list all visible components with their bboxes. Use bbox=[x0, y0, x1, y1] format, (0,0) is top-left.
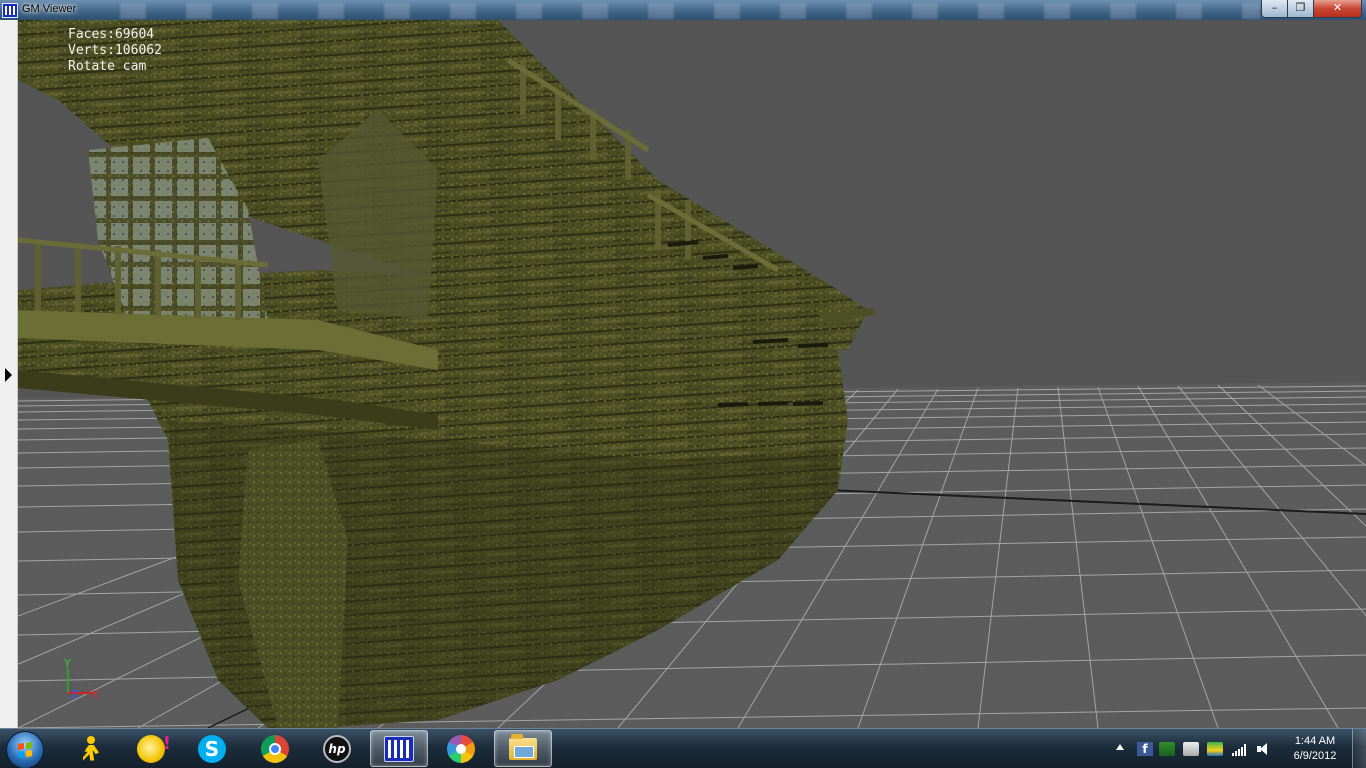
desktop-screen: GM Viewer – ❐ ✕ Y Z X Faces:69604 Verts:… bbox=[0, 0, 1366, 768]
picasa-icon bbox=[447, 734, 475, 763]
taskbar-yahoo-messenger[interactable] bbox=[122, 730, 180, 767]
skype-icon: S bbox=[198, 734, 226, 763]
taskbar-picasa[interactable] bbox=[432, 730, 490, 767]
folder-icon bbox=[509, 733, 537, 760]
usb-device-icon[interactable] bbox=[1183, 742, 1199, 756]
taskbar: S hp f 1:44 AM 6/9/2012 bbox=[0, 728, 1366, 768]
axis-x-label: X bbox=[91, 688, 99, 701]
stats-overlay: Faces:69604 Verts:106062 Rotate cam bbox=[68, 27, 162, 75]
show-desktop-button[interactable] bbox=[1352, 729, 1366, 768]
taskbar-aim[interactable] bbox=[62, 730, 120, 767]
axis-z-label: Z bbox=[71, 688, 79, 701]
chrome-icon bbox=[261, 734, 289, 763]
clock-date: 6/9/2012 bbox=[1293, 750, 1337, 762]
clock-time: 1:44 AM bbox=[1294, 735, 1336, 747]
verts-count: Verts:106062 bbox=[68, 43, 162, 58]
minimize-button[interactable]: – bbox=[1261, 0, 1288, 18]
network-signal-icon[interactable] bbox=[1232, 744, 1246, 756]
facebook-icon[interactable]: f bbox=[1137, 742, 1153, 756]
yahoo-messenger-icon bbox=[137, 733, 171, 763]
window-title: GM Viewer bbox=[22, 3, 77, 15]
faces-count: Faces:69604 bbox=[68, 27, 155, 42]
windows-logo-icon bbox=[18, 742, 32, 758]
volume-icon[interactable] bbox=[1257, 742, 1271, 756]
3d-scene: Y Z X bbox=[18, 20, 1366, 728]
maximize-button[interactable]: ❐ bbox=[1287, 0, 1314, 18]
axis-y-label: Y bbox=[63, 657, 71, 670]
taskbar-skype[interactable]: S bbox=[183, 730, 241, 767]
taskbar-chrome[interactable] bbox=[246, 730, 304, 767]
camera-mode: Rotate cam bbox=[68, 59, 147, 74]
3d-viewport[interactable]: Y Z X Faces:69604 Verts:106062 Rotate ca… bbox=[18, 20, 1366, 728]
taskbar-windows-explorer[interactable] bbox=[494, 730, 552, 767]
close-button[interactable]: ✕ bbox=[1313, 0, 1362, 18]
show-hidden-icons-arrow-icon[interactable] bbox=[1116, 744, 1124, 750]
start-button[interactable] bbox=[6, 731, 44, 768]
aim-icon bbox=[77, 735, 105, 763]
titlebar-background-blur bbox=[80, 3, 1260, 19]
hp-icon: hp bbox=[323, 734, 351, 763]
taskbar-gm-viewer[interactable] bbox=[370, 730, 428, 767]
gm-viewer-icon bbox=[384, 735, 414, 762]
system-tray: f bbox=[1108, 729, 1288, 768]
window-title-bar[interactable]: GM Viewer – ❐ ✕ bbox=[0, 0, 1366, 20]
side-panel-strip bbox=[0, 20, 18, 728]
download-check-icon[interactable] bbox=[1159, 742, 1175, 756]
expand-panel-arrow-icon[interactable] bbox=[5, 368, 12, 382]
system-clock[interactable]: 1:44 AM 6/9/2012 bbox=[1282, 734, 1348, 764]
security-shield-icon[interactable] bbox=[1207, 742, 1223, 756]
taskbar-hp[interactable]: hp bbox=[308, 730, 366, 767]
gm-viewer-app-icon[interactable] bbox=[2, 3, 18, 18]
